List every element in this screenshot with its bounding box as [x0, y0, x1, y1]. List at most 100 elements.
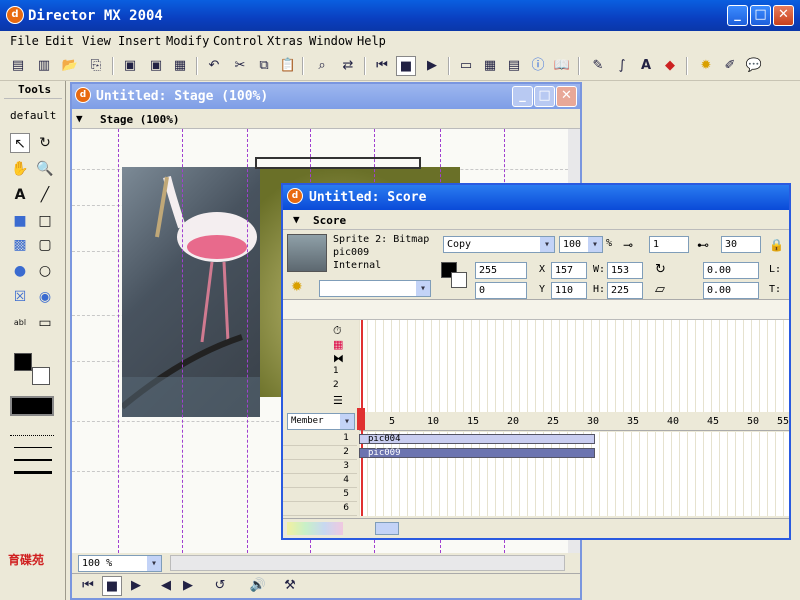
background-color-swatch[interactable] [32, 367, 50, 385]
channel-2-label[interactable]: 2 [283, 446, 357, 460]
vector-icon[interactable]: ∫ [612, 56, 632, 76]
save-all-icon[interactable]: ▣ [146, 56, 166, 76]
channel-5-label[interactable]: 5 [283, 488, 357, 502]
sprite-back-color[interactable] [451, 272, 467, 288]
stop-icon[interactable]: ■ [396, 56, 416, 76]
play-icon[interactable]: ▶ [422, 56, 442, 76]
filled-rect-tool-icon[interactable]: ■ [10, 211, 30, 231]
bird-bitmap-sprite[interactable] [122, 167, 260, 417]
line-2px-option[interactable] [14, 459, 52, 461]
filled-roundrect-tool-icon[interactable]: ▩ [10, 235, 30, 255]
maximize-button[interactable]: □ [750, 5, 771, 26]
sprite-pic009[interactable]: pic009 [359, 448, 595, 458]
cast-window-icon[interactable]: ▦ [480, 56, 500, 76]
cut-icon[interactable]: ✂ [230, 56, 250, 76]
new-movie-icon[interactable]: ▤ [8, 56, 28, 76]
effect-channels-grid[interactable] [359, 320, 789, 412]
x-field[interactable]: 157 [551, 262, 587, 279]
behavior-gear-icon[interactable]: ✹ [696, 56, 716, 76]
sprite-color-swatches[interactable] [287, 522, 343, 535]
w-field[interactable]: 153 [607, 262, 643, 279]
button-tool-icon[interactable]: ▭ [35, 313, 55, 333]
sprite-channels-grid[interactable] [359, 432, 789, 516]
stage-window-icon[interactable]: ▭ [456, 56, 476, 76]
score-window-icon[interactable]: ▤ [504, 56, 524, 76]
sprite-pic004[interactable]: pic004 [359, 434, 595, 444]
publish-icon[interactable]: ▦ [170, 56, 190, 76]
checkbox-tool-icon[interactable]: ☒ [10, 287, 30, 307]
marker-row[interactable] [283, 300, 789, 320]
find-icon[interactable]: ⌕ [312, 56, 332, 76]
lock-icon[interactable]: 🔒 [769, 238, 784, 252]
loop-icon[interactable]: ↺ [210, 576, 230, 596]
zoom-select[interactable]: 100 % [78, 555, 162, 572]
radio-tool-icon[interactable]: ◉ [35, 287, 55, 307]
channel-4-label[interactable]: 4 [283, 474, 357, 488]
text-icon[interactable]: A [636, 56, 656, 76]
fore-color-field[interactable]: 255 [475, 262, 527, 279]
channel-6-label[interactable]: 6 [283, 502, 357, 516]
ink-select[interactable]: Copy [443, 236, 555, 253]
volume-icon[interactable]: 🔊 [248, 576, 268, 596]
import-icon[interactable]: ⎘ [86, 56, 106, 76]
frame-number-ruler[interactable]: 5 10 15 20 25 30 35 40 45 50 55 [359, 413, 789, 431]
stage-horizontal-scrollbar[interactable] [170, 555, 565, 571]
rect-tool-icon[interactable]: □ [35, 211, 55, 231]
menu-view[interactable]: View [82, 34, 111, 48]
rotate-tool-icon[interactable]: ↻ [35, 133, 55, 153]
shape-icon[interactable]: ◆ [660, 56, 680, 76]
stop-icon[interactable]: ■ [102, 576, 122, 596]
ellipse-tool-icon[interactable]: ○ [35, 261, 55, 281]
menu-help[interactable]: Help [357, 34, 386, 48]
skew-field[interactable]: 0.00 [703, 282, 759, 299]
collapse-arrow-icon[interactable]: ▼ [76, 112, 83, 125]
script-icon[interactable]: ✐ [720, 56, 740, 76]
stage-close-button[interactable]: ✕ [556, 86, 577, 107]
foreground-color-swatch[interactable] [14, 353, 32, 371]
rotation-field[interactable]: 0.00 [703, 262, 759, 279]
menu-xtras[interactable]: Xtras [267, 34, 303, 48]
menu-edit[interactable]: Edit [45, 34, 74, 48]
filled-ellipse-tool-icon[interactable]: ● [10, 261, 30, 281]
save-icon[interactable]: ▣ [120, 56, 140, 76]
minimize-button[interactable]: _ [727, 5, 748, 26]
menu-file[interactable]: File [10, 34, 39, 48]
line-tool-icon[interactable]: ╱ [35, 185, 55, 205]
paint-icon[interactable]: ✎ [588, 56, 608, 76]
line-3px-option[interactable] [14, 471, 52, 474]
zoom-tool-icon[interactable]: 🔍 [35, 159, 55, 179]
channel-3-label[interactable]: 3 [283, 460, 357, 474]
end-frame-field[interactable]: 30 [721, 236, 761, 253]
undo-icon[interactable]: ↶ [204, 56, 224, 76]
library-icon[interactable]: 📖 [552, 56, 572, 76]
behavior-gear-icon[interactable]: ✹ [291, 279, 303, 295]
exchange-cast-icon[interactable]: ⇄ [338, 56, 358, 76]
message-icon[interactable]: 💬 [744, 56, 764, 76]
y-field[interactable]: 110 [551, 282, 587, 299]
menu-window[interactable]: Window [309, 34, 352, 48]
tools-mode-select[interactable]: default [10, 109, 56, 122]
behavior-select[interactable] [319, 280, 431, 297]
blend-select[interactable]: 100 [559, 236, 603, 253]
pattern-swatch[interactable] [10, 396, 54, 416]
channel-1-label[interactable]: 1 [283, 432, 357, 446]
hand-tool-icon[interactable]: ✋ [10, 159, 30, 179]
line-none-option[interactable] [10, 435, 54, 436]
step-back-icon[interactable]: ◀ [156, 576, 176, 596]
arrow-tool-icon[interactable]: ↖ [10, 133, 30, 153]
roundrect-tool-icon[interactable]: ▢ [35, 235, 55, 255]
close-button[interactable]: ✕ [773, 5, 794, 26]
new-cast-icon[interactable]: ▥ [34, 56, 54, 76]
line-1px-option[interactable] [14, 447, 52, 448]
open-folder-icon[interactable]: 📂 [60, 56, 80, 76]
channel-display-select[interactable]: Member [287, 413, 355, 430]
stage-tools-icon[interactable]: ⚒ [280, 576, 300, 596]
property-inspector-icon[interactable]: ⓘ [528, 56, 548, 76]
rewind-icon[interactable]: ⏮ [78, 576, 98, 596]
start-frame-field[interactable]: 1 [649, 236, 689, 253]
stage-maximize-button[interactable]: □ [534, 86, 555, 107]
text-tool-icon[interactable]: A [10, 185, 30, 205]
menu-insert[interactable]: Insert [118, 34, 161, 48]
step-forward-icon[interactable]: ▶ [178, 576, 198, 596]
rewind-icon[interactable]: ⏮ [372, 56, 392, 76]
